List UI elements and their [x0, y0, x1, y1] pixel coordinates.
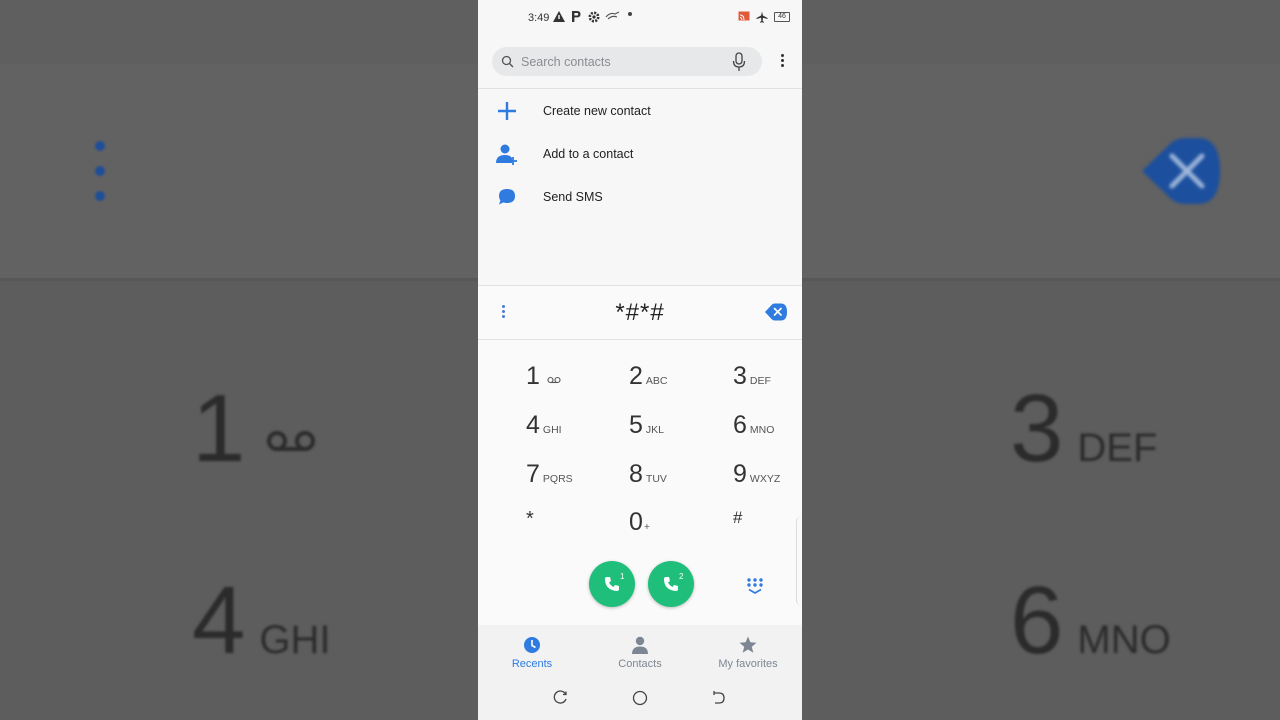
add-to-contact-item[interactable]: Add to a contact [478, 133, 802, 173]
tab-label: Recents [511, 658, 553, 670]
voicemail-icon [547, 376, 561, 384]
cast-icon [738, 11, 750, 21]
menu-item-label: Send SMS [543, 190, 603, 204]
bottom-tab-bar: Recents Contacts My favorites [478, 625, 802, 681]
clock-icon [524, 637, 540, 653]
search-icon [501, 55, 514, 68]
back-icon[interactable] [711, 690, 726, 705]
tab-contacts[interactable]: Contacts [586, 625, 694, 681]
phone-icon [664, 577, 678, 591]
dialed-number: *#*# [615, 299, 665, 326]
dialpad: 1 2 ABC 3 DEF 4 GHI 5 JKL 6 MNO 7 PQRS 8 TUV 9W… [478, 340, 802, 625]
search-input[interactable]: Search contacts [521, 55, 611, 69]
send-sms-item[interactable]: Send SMS [478, 176, 802, 216]
tab-my-favorites[interactable]: My favorites [694, 625, 802, 681]
message-icon [499, 189, 515, 205]
bg-digit-3: 3 DEF [1010, 375, 1158, 482]
key-9[interactable]: 9 WXYZ [733, 460, 802, 504]
key-hash[interactable]: # [733, 508, 802, 552]
dialpad-toggle-icon[interactable] [746, 578, 764, 594]
bg-digit-4: 4 GHI [192, 567, 331, 674]
more-options-icon[interactable] [778, 52, 786, 72]
key-7[interactable]: 7 PQRS [526, 460, 626, 504]
tab-label: Contacts [618, 658, 662, 670]
phone-screen: 3:49 46 Search contacts Create new conta… [478, 0, 802, 720]
settings-gear-icon [588, 11, 600, 23]
call-sim1-button[interactable]: 1 [589, 561, 635, 607]
add-person-icon [496, 144, 517, 165]
bg-voicemail-icon [266, 431, 315, 451]
search-bar[interactable]: Search contacts [492, 47, 762, 76]
app-notification-icon [605, 11, 620, 20]
warning-icon [553, 11, 565, 22]
bg-backspace-icon [1142, 138, 1220, 204]
tab-label: My favorites [718, 658, 778, 670]
bg-digit-1: 1 [192, 374, 316, 484]
recent-apps-icon[interactable] [553, 690, 568, 705]
sim-label: 1 [620, 572, 625, 581]
sim-label: 2 [679, 572, 684, 581]
airplane-mode-icon [756, 11, 768, 23]
key-6[interactable]: 6 MNO [733, 411, 802, 455]
tab-recents[interactable]: Recents [478, 625, 586, 681]
plus-icon [498, 102, 516, 120]
backspace-icon[interactable] [765, 303, 787, 321]
key-4[interactable]: 4 GHI [526, 411, 626, 455]
key-5[interactable]: 5 JKL [629, 411, 729, 455]
key-1[interactable]: 1 [526, 362, 626, 406]
microphone-icon[interactable] [732, 52, 746, 72]
person-icon [632, 636, 648, 654]
key-3[interactable]: 3 DEF [733, 362, 802, 406]
create-new-contact-item[interactable]: Create new contact [478, 90, 802, 130]
more-notifications-dot-icon [628, 12, 632, 16]
star-icon [739, 636, 757, 653]
divider [478, 88, 802, 89]
key-star[interactable]: * [526, 508, 626, 552]
key-0[interactable]: 0+ [629, 508, 729, 552]
key-2[interactable]: 2 ABC [629, 362, 729, 406]
call-sim2-button[interactable]: 2 [648, 561, 694, 607]
status-time: 3:49 [528, 12, 550, 24]
phone-icon [605, 577, 619, 591]
parking-icon [572, 11, 581, 22]
home-icon[interactable] [632, 690, 648, 706]
bg-digit-6: 6 MNO [1010, 567, 1171, 674]
key-8[interactable]: 8 TUV [629, 460, 729, 504]
menu-item-label: Create new contact [543, 104, 651, 118]
system-navigation-bar [478, 681, 802, 720]
menu-item-label: Add to a contact [543, 147, 634, 161]
battery-icon: 46 [774, 12, 790, 22]
dialed-number-bar: *#*# [478, 286, 802, 340]
edge-panel-handle[interactable] [796, 516, 802, 606]
status-bar: 3:49 46 [478, 0, 802, 36]
